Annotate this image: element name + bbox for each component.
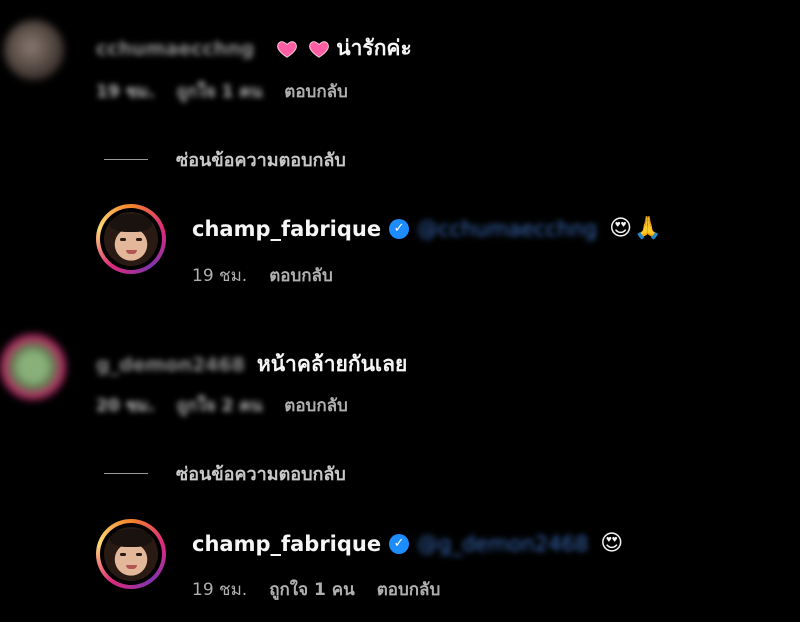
- hide-replies-toggle[interactable]: ซ่อนข้อความตอบกลับ: [104, 459, 346, 488]
- star-struck-emoji-icon: 😍: [609, 216, 633, 241]
- comment-text: น่ารักค่ะ: [336, 36, 412, 60]
- hide-replies-label[interactable]: ซ่อนข้อความตอบกลับ: [176, 459, 346, 488]
- comment-username[interactable]: g_demon2468: [96, 354, 245, 376]
- hide-replies-toggle[interactable]: ซ่อนข้อความตอบกลับ: [104, 145, 346, 174]
- divider: [104, 473, 148, 474]
- reply-time: 19 ชม.: [192, 580, 248, 600]
- comment-time: 19 ชม.: [96, 82, 155, 102]
- reply-username[interactable]: champ_fabrique: [192, 532, 381, 556]
- hide-replies-label[interactable]: ซ่อนข้อความตอบกลับ: [176, 145, 346, 174]
- avatar[interactable]: [96, 519, 166, 589]
- avatar[interactable]: [0, 334, 66, 400]
- star-struck-emoji-icon: 😍: [600, 531, 624, 556]
- comment-likes[interactable]: ถูกใจ 2 คน: [177, 392, 263, 419]
- verified-check-icon: ✓: [389, 218, 410, 239]
- comment-likes[interactable]: ถูกใจ 1 คน: [177, 78, 263, 105]
- reply-button[interactable]: ตอบกลับ: [269, 262, 333, 289]
- reply-time: 19 ชม.: [192, 266, 248, 286]
- heart-emoji-icon: [308, 38, 330, 60]
- profile-photo: [104, 212, 158, 266]
- comment-time: 20 ชม.: [96, 396, 155, 416]
- reply-button[interactable]: ตอบกลับ: [377, 576, 441, 603]
- heart-emoji-icon: [276, 38, 298, 60]
- reply-button[interactable]: ตอบกลับ: [284, 78, 348, 105]
- comment-text: หน้าคล้ายกันเลย: [256, 352, 408, 376]
- reply-button[interactable]: ตอบกลับ: [284, 392, 348, 419]
- avatar[interactable]: [96, 204, 166, 274]
- folded-hands-emoji-icon: 🙏: [634, 216, 662, 241]
- divider: [104, 159, 148, 160]
- verified-check-icon: ✓: [389, 533, 410, 554]
- reply-likes[interactable]: ถูกใจ 1 คน: [269, 576, 355, 603]
- reply-mention[interactable]: @g_demon2468: [417, 532, 588, 556]
- profile-photo: [104, 527, 158, 581]
- reply-username[interactable]: champ_fabrique: [192, 217, 381, 241]
- comment-username[interactable]: cchumaecchng: [96, 38, 254, 60]
- reply-mention[interactable]: @cchumaecchng: [417, 217, 597, 241]
- avatar[interactable]: [4, 20, 64, 80]
